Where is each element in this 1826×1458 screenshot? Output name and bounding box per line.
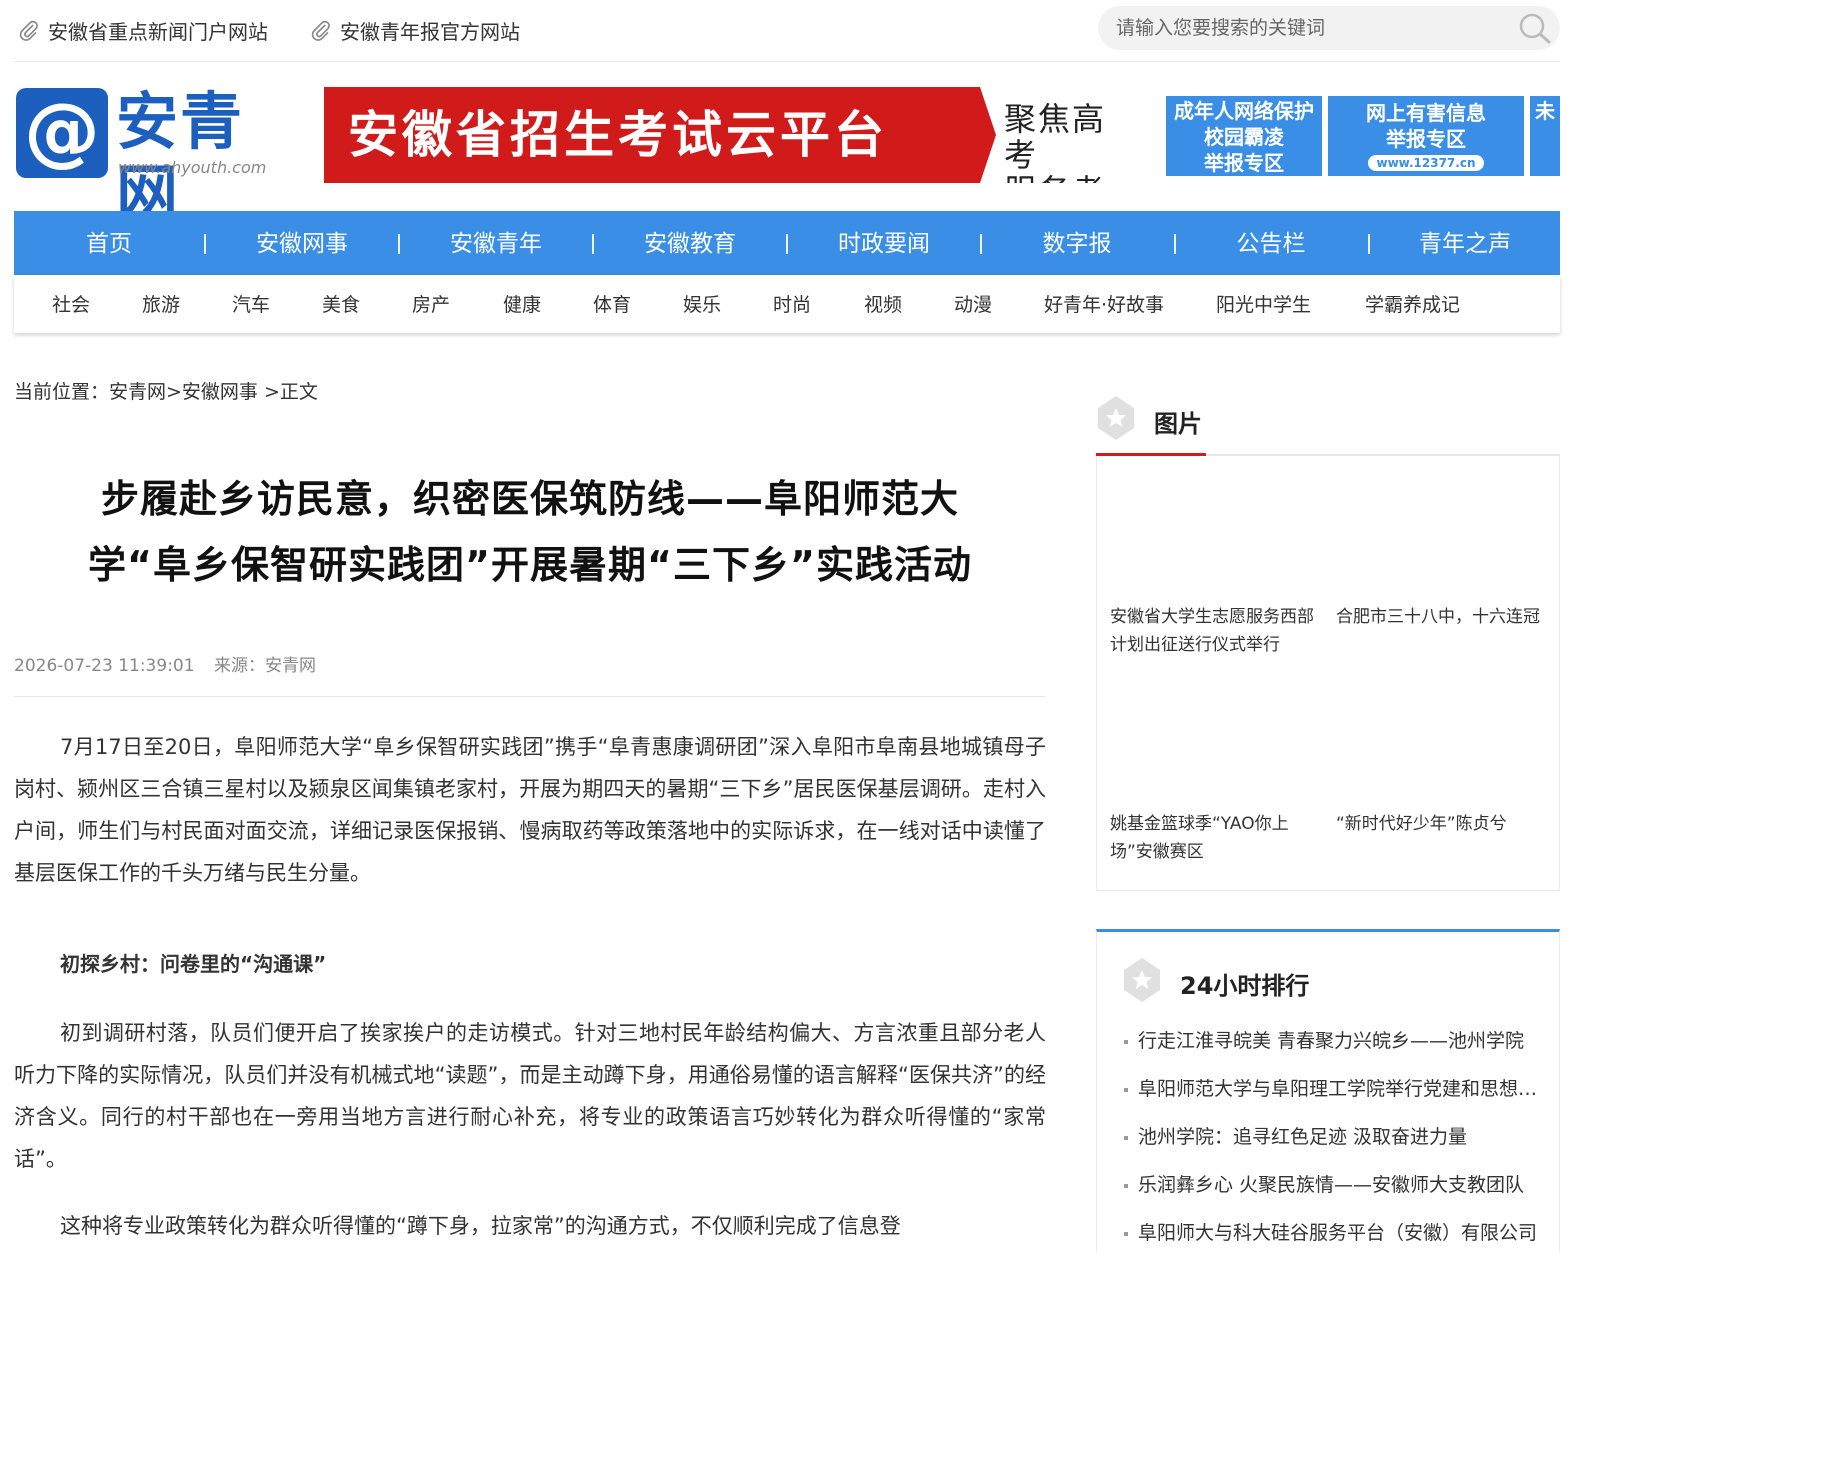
nav-bulletin[interactable]: 公告栏 bbox=[1196, 211, 1346, 275]
nav-anhui-news[interactable]: 安徽网事 bbox=[227, 211, 377, 275]
subnav-sports[interactable]: 体育 bbox=[593, 275, 631, 335]
ranking-item-text: 阜阳师范大学与阜阳理工学院举行党建和思想政治 bbox=[1138, 1078, 1544, 1100]
bullet bbox=[1124, 1231, 1128, 1236]
star-badge-icon bbox=[1124, 958, 1160, 1002]
nav-digital-paper[interactable]: 数字报 bbox=[1002, 211, 1152, 275]
harmful-info-report-ad[interactable]: 网上有害信息 举报专区 www.12377.cn bbox=[1328, 96, 1524, 176]
article-title-line1: 步履赴乡访民意，织密医保筑防线——阜阳师范大 bbox=[100, 477, 959, 521]
ad1-line2: 校园霸凌 bbox=[1204, 125, 1284, 149]
article-paragraph-2: 初到调研村落，队员们便开启了挨家挨户的走访模式。针对三地村民年龄结构偏大、方言浓… bbox=[14, 1021, 1046, 1171]
ad2-url: www.12377.cn bbox=[1368, 155, 1484, 171]
ranking-item[interactable]: 乐润彝乡心 火聚民族情——安徽师大支教团队 bbox=[1124, 1170, 1544, 1197]
divider bbox=[14, 696, 1046, 697]
article-paragraph-3: 这种将专业政策转化为群众听得懂的“蹲下身，拉家常”的沟通方式，不仅顺利完成了信息… bbox=[60, 1214, 901, 1238]
nav-home[interactable]: 首页 bbox=[34, 211, 184, 275]
nav-anhui-youth[interactable]: 安徽青年 bbox=[421, 211, 571, 275]
sub-nav: 社会 旅游 汽车 美食 房产 健康 体育 娱乐 时尚 视频 动漫 好青年·好故事… bbox=[14, 275, 1560, 333]
nav-anhui-education[interactable]: 安徽教育 bbox=[615, 211, 765, 275]
ranking-item-text: 池州学院：追寻红色足迹 汲取奋进力量 bbox=[1138, 1126, 1468, 1148]
portal-link-label: 安徽省重点新闻门户网站 bbox=[48, 20, 268, 44]
ranking-item[interactable]: 池州学院：追寻红色足迹 汲取奋进力量 bbox=[1124, 1122, 1544, 1149]
nav-separator bbox=[980, 234, 982, 254]
subnav-fashion[interactable]: 时尚 bbox=[773, 275, 811, 335]
subnav-travel[interactable]: 旅游 bbox=[142, 275, 180, 335]
nav-politics[interactable]: 时政要闻 bbox=[809, 211, 959, 275]
article-paragraph-1: 7月17日至20日，阜阳师范大学“阜乡保智研实践团”携手“阜青惠康调研团”深入阜… bbox=[14, 735, 1046, 885]
photo-section-title: 图片 bbox=[1154, 410, 1202, 438]
ranking-title: 24小时排行 bbox=[1180, 972, 1310, 1000]
bullet bbox=[1124, 1183, 1128, 1188]
photo-section-header: 图片 bbox=[1096, 394, 1560, 456]
portal-link[interactable]: 安徽省重点新闻门户网站 bbox=[18, 16, 268, 45]
third-ad[interactable]: 未 bbox=[1530, 96, 1560, 176]
search-icon bbox=[1519, 13, 1551, 44]
paperclip-icon bbox=[19, 20, 38, 41]
site-logo[interactable]: @ 安青网 www.ahyouth.com bbox=[16, 86, 280, 230]
bullet bbox=[1124, 1087, 1128, 1092]
star-badge-icon bbox=[1098, 396, 1134, 440]
subnav-good-youth[interactable]: 好青年·好故事 bbox=[1044, 275, 1164, 335]
article-date: 2026-07-23 11:39:01 bbox=[14, 656, 195, 676]
photo-caption[interactable]: “新时代好少年”陈贞兮 bbox=[1336, 810, 1540, 838]
subnav-realestate[interactable]: 房产 bbox=[412, 275, 450, 335]
ad1-line3: 举报专区 bbox=[1204, 151, 1284, 175]
ranking-item-text: 行走江淮寻皖美 青春聚力兴皖乡——池州学院 bbox=[1138, 1030, 1525, 1052]
photo-caption[interactable]: 合肥市三十八中，十六连冠 bbox=[1336, 603, 1540, 631]
banner-slogan-line2: 服务考生 bbox=[1004, 173, 1132, 183]
exam-platform-banner[interactable]: 安徽省招生考试云平台 聚焦高考 服务考生 bbox=[324, 87, 1132, 183]
article-subheading: 初探乡村：问卷里的“沟通课” bbox=[60, 952, 327, 976]
youth-paper-link-label: 安徽青年报官方网站 bbox=[340, 20, 520, 44]
banner-red-block: 安徽省招生考试云平台 bbox=[324, 87, 996, 183]
ad1-line1: 成年人网络保护 bbox=[1174, 99, 1314, 123]
nav-separator bbox=[398, 234, 400, 254]
youth-paper-link[interactable]: 安徽青年报官方网站 bbox=[310, 16, 520, 45]
paperclip-icon bbox=[311, 20, 330, 41]
article-title: 步履赴乡访民意，织密医保筑防线——阜阳师范大 学“阜乡保智研实践团”开展暑期“三… bbox=[14, 466, 1046, 598]
banner-title: 安徽省招生考试云平台 bbox=[348, 105, 888, 164]
ranking-item[interactable]: 阜阳师大与科大硅谷服务平台（安徽）有限公司 bbox=[1124, 1218, 1544, 1245]
nav-separator bbox=[786, 234, 788, 254]
ranking-item-text: 乐润彝乡心 火聚民族情——安徽师大支教团队 bbox=[1138, 1174, 1525, 1196]
ad2-line2: 举报专区 bbox=[1386, 127, 1466, 151]
subnav-entertainment[interactable]: 娱乐 bbox=[683, 275, 721, 335]
search-button[interactable] bbox=[1516, 10, 1554, 46]
photo-caption[interactable]: 姚基金篮球季“YAO你上场”安徽赛区 bbox=[1110, 810, 1314, 866]
article-source: 来源：安青网 bbox=[213, 656, 316, 676]
subnav-sunny-students[interactable]: 阳光中学生 bbox=[1216, 275, 1311, 335]
ranking-item-text: 阜阳师大与科大硅谷服务平台（安徽）有限公司 bbox=[1138, 1222, 1538, 1244]
ad3-text: 未 bbox=[1535, 99, 1555, 123]
ranking-item[interactable]: 行走江淮寻皖美 青春聚力兴皖乡——池州学院 bbox=[1124, 1026, 1544, 1053]
banner-slogan-line1: 聚焦高考 bbox=[1004, 100, 1107, 174]
logo-url: www.ahyouth.com bbox=[118, 158, 267, 177]
at-logo-icon: @ bbox=[16, 88, 108, 178]
top-bar: 安徽省重点新闻门户网站 安徽青年报官方网站 bbox=[14, 0, 1560, 62]
bullet bbox=[1124, 1039, 1128, 1044]
nav-youth-voice[interactable]: 青年之声 bbox=[1390, 211, 1540, 275]
nav-separator bbox=[1174, 234, 1176, 254]
banner-slogan: 聚焦高考 服务考生 bbox=[1004, 101, 1132, 183]
search-box bbox=[1098, 6, 1560, 50]
nav-separator bbox=[204, 234, 206, 254]
subnav-food[interactable]: 美食 bbox=[322, 275, 360, 335]
subnav-auto[interactable]: 汽车 bbox=[232, 275, 270, 335]
minor-protection-ad[interactable]: 成年人网络保护 校园霸凌 举报专区 bbox=[1166, 96, 1322, 176]
ranking-item[interactable]: 阜阳师范大学与阜阳理工学院举行党建和思想政治 bbox=[1124, 1074, 1544, 1101]
main-nav: 首页 安徽网事 安徽青年 安徽教育 时政要闻 数字报 公告栏 青年之声 bbox=[14, 211, 1560, 275]
article-meta: 2026-07-23 11:39:01 来源：安青网 bbox=[14, 651, 316, 676]
subnav-society[interactable]: 社会 bbox=[52, 275, 90, 335]
article-title-line2: 学“阜乡保智研实践团”开展暑期“三下乡”实践活动 bbox=[88, 543, 972, 587]
subnav-anime[interactable]: 动漫 bbox=[954, 275, 992, 335]
nav-separator bbox=[1368, 234, 1370, 254]
breadcrumb: 当前位置：安青网>安徽网事 >正文 bbox=[14, 381, 318, 403]
subnav-video[interactable]: 视频 bbox=[864, 275, 902, 335]
search-input[interactable] bbox=[1116, 12, 1496, 44]
photo-caption[interactable]: 安徽省大学生志愿服务西部计划出征送行仪式举行 bbox=[1110, 603, 1314, 659]
bullet bbox=[1124, 1135, 1128, 1140]
subnav-health[interactable]: 健康 bbox=[503, 275, 541, 335]
ad2-line1: 网上有害信息 bbox=[1366, 101, 1486, 125]
subnav-top-students[interactable]: 学霸养成记 bbox=[1365, 275, 1460, 335]
nav-separator bbox=[592, 234, 594, 254]
